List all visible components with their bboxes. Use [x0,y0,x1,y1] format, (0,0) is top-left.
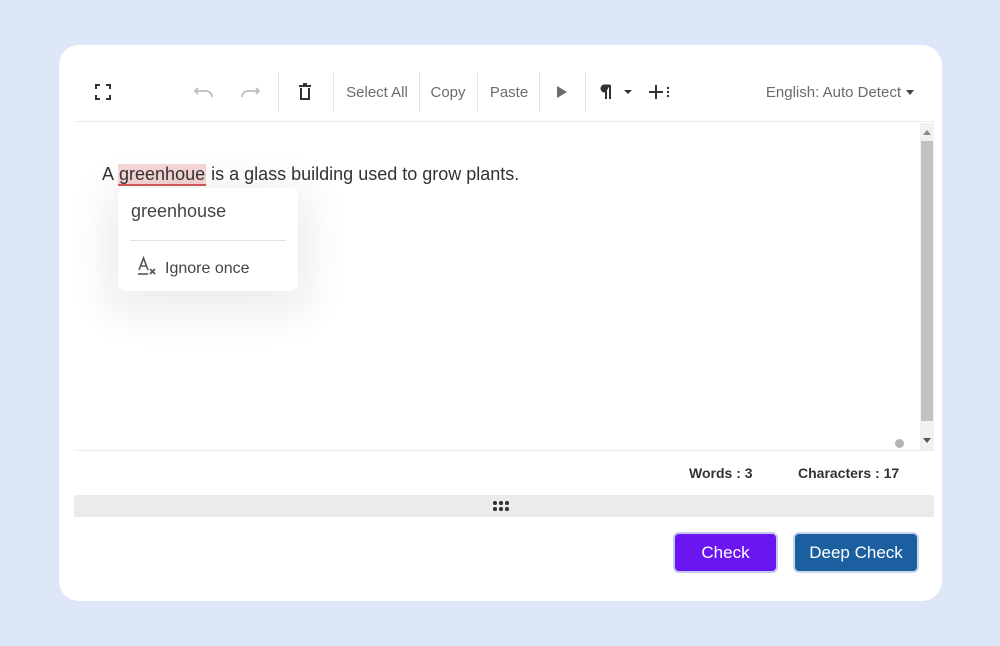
divider [74,450,934,451]
toolbar-separator [419,72,420,112]
check-button[interactable]: Check [675,534,776,571]
clear-format-icon [137,255,157,281]
word-count: Words : 3 [689,465,753,481]
fullscreen-icon[interactable] [92,62,114,122]
copy-button[interactable]: Copy [426,62,470,122]
toolbar-separator [333,72,334,112]
redo-icon[interactable] [238,62,262,122]
language-dropdown[interactable]: English: Auto Detect [766,62,914,122]
ignore-once-button[interactable]: Ignore once [137,255,250,281]
play-icon[interactable] [552,62,572,122]
paste-button[interactable]: Paste [484,62,534,122]
misspelled-word[interactable]: greenhoue [118,164,207,186]
undo-icon[interactable] [192,62,216,122]
grip-icon[interactable] [493,501,511,511]
text-prefix: A [102,164,119,184]
toolbar: Select All Copy Paste English: Auto Dete… [74,62,934,122]
vertical-scrollbar[interactable] [920,123,934,450]
scroll-thumb[interactable] [921,141,933,421]
paragraph-icon[interactable] [598,62,634,122]
suggestion-item[interactable]: greenhouse [131,201,226,222]
language-label: English: Auto Detect [765,83,901,101]
toolbar-separator [278,72,279,112]
toolbar-separator [539,72,540,112]
deep-check-button[interactable]: Deep Check [795,534,917,571]
text-suffix: is a glass building used to grow plants. [206,164,520,184]
editor-content[interactable]: A greenhoue is a glass building used to … [102,163,520,186]
character-count: Characters : 17 [798,465,900,481]
insert-icon[interactable] [646,62,672,122]
scroll-down-icon[interactable] [923,438,931,443]
select-all-button[interactable]: Select All [342,62,412,122]
chevron-down-icon [906,89,914,95]
resize-handle-icon[interactable] [895,439,904,448]
popup-divider [130,240,286,241]
ignore-once-label: Ignore once [165,259,250,277]
toolbar-separator [585,72,586,112]
trash-icon[interactable] [295,62,315,122]
suggestion-popup: greenhouse Ignore once [118,188,298,291]
scroll-up-icon[interactable] [923,130,931,135]
editor-resize-bar[interactable] [74,495,934,517]
toolbar-separator [477,72,478,112]
